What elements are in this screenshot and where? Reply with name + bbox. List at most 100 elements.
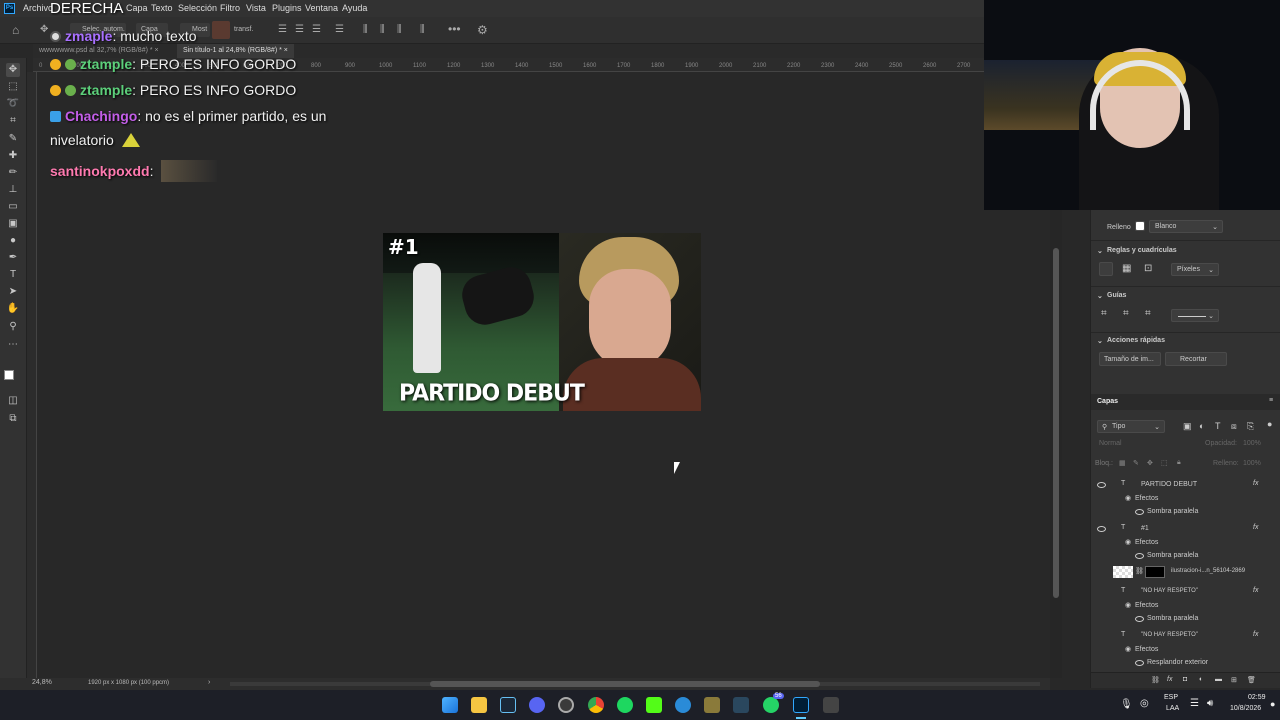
menu-plugins[interactable]: Plugins bbox=[272, 3, 302, 13]
lock-position-icon[interactable]: ✥ bbox=[1147, 459, 1153, 467]
layer-row[interactable]: T "NO HAY RESPETO" fx bbox=[1091, 629, 1271, 642]
lock-artboard-icon[interactable]: ⬚ bbox=[1161, 459, 1168, 467]
fx-icon[interactable]: fx bbox=[1253, 631, 1258, 638]
language-layout[interactable]: LAA bbox=[1166, 705, 1179, 712]
menu-vista[interactable]: Vista bbox=[246, 3, 266, 13]
adjustment-icon[interactable]: ◐ bbox=[1199, 676, 1203, 683]
kick-icon[interactable] bbox=[646, 697, 662, 713]
fx-icon[interactable]: fx bbox=[1253, 480, 1258, 487]
move-tool-icon[interactable]: ✥ bbox=[40, 24, 48, 35]
align-top-icon[interactable]: ⫼ bbox=[363, 24, 368, 35]
filter-smart-icon[interactable]: ⎘ bbox=[1247, 421, 1254, 432]
pixel-grid-icon[interactable]: ⊡ bbox=[1144, 263, 1152, 274]
align-middle-icon[interactable]: ⫼ bbox=[380, 24, 385, 35]
new-layer-icon[interactable]: ⊞ bbox=[1231, 676, 1237, 684]
layer-effects-row[interactable]: ◉ Efectos bbox=[1091, 492, 1271, 505]
filter-shape-icon[interactable]: ⧈ bbox=[1231, 421, 1237, 432]
document-canvas[interactable]: #1 PARTIDO DEBUT bbox=[383, 233, 701, 411]
layer-effect-row[interactable]: Sombra paralela bbox=[1091, 549, 1271, 562]
notification-bell-icon[interactable]: ● bbox=[1270, 699, 1275, 709]
lock-all-icon[interactable]: 🔒︎ bbox=[1177, 459, 1181, 467]
marquee-tool-icon[interactable]: ⬚ bbox=[6, 80, 20, 94]
foreground-color-swatch[interactable] bbox=[4, 370, 14, 380]
layer-row[interactable]: T PARTIDO DEBUT fx bbox=[1091, 478, 1271, 491]
crop-tool-icon[interactable]: ⌗ bbox=[6, 114, 20, 128]
layer-effects-row[interactable]: ◉ Efectos bbox=[1091, 599, 1271, 612]
ruler-icon[interactable] bbox=[1099, 262, 1113, 276]
menu-archivo[interactable]: Archivo bbox=[23, 3, 53, 13]
clock-date[interactable]: 10/8/2026 bbox=[1230, 705, 1261, 712]
hand-tool-icon[interactable]: ✋ bbox=[6, 302, 20, 316]
streamlabs-icon[interactable] bbox=[823, 697, 839, 713]
menu-ventana[interactable]: Ventana bbox=[305, 3, 338, 13]
clock-time[interactable]: 02:59 bbox=[1248, 694, 1266, 701]
menu-texto[interactable]: Texto bbox=[151, 3, 173, 13]
guide-add-icon[interactable]: ⌗ bbox=[1123, 308, 1129, 319]
image-size-button[interactable]: Tamaño de im... bbox=[1099, 352, 1161, 366]
new-group-icon[interactable]: ▬ bbox=[1215, 676, 1222, 683]
layers-tab[interactable]: Capas bbox=[1097, 398, 1118, 405]
filter-type-icon[interactable]: T bbox=[1215, 421, 1221, 431]
fill-opacity-value[interactable]: 100% bbox=[1243, 460, 1261, 467]
zoom-level[interactable]: 24,8% bbox=[32, 679, 52, 686]
align-bottom-icon[interactable]: ⫼ bbox=[397, 24, 402, 35]
eraser-tool-icon[interactable]: ▭ bbox=[6, 200, 20, 214]
ccleaner-icon[interactable] bbox=[675, 697, 691, 713]
add-style-icon[interactable]: fx bbox=[1167, 676, 1172, 683]
app-icon[interactable] bbox=[704, 697, 720, 713]
eye-icon[interactable] bbox=[1135, 616, 1144, 622]
layer-effect-row[interactable]: Resplandor exterior bbox=[1091, 656, 1271, 669]
pen-tool-icon[interactable]: ✒ bbox=[6, 251, 20, 265]
guides-section-title[interactable]: Guías bbox=[1107, 292, 1126, 299]
eye-icon[interactable] bbox=[1097, 482, 1106, 488]
brush-tool-icon[interactable]: ✏ bbox=[6, 166, 20, 180]
filter-adjustment-icon[interactable]: ◐ bbox=[1199, 421, 1204, 431]
screen-mode-icon[interactable]: ⧉ bbox=[6, 412, 20, 426]
discord-icon[interactable] bbox=[529, 697, 545, 713]
scrollbar-thumb[interactable] bbox=[1053, 248, 1059, 598]
gear-icon[interactable]: ⚙ bbox=[477, 23, 488, 37]
gradient-tool-icon[interactable]: ▣ bbox=[6, 217, 20, 231]
ruler-vertical[interactable] bbox=[27, 72, 37, 678]
layer-mask-thumbnail[interactable] bbox=[1145, 566, 1165, 578]
layer-row[interactable]: ⛓︎ ilustracion-i...n_56104-2869 bbox=[1091, 565, 1271, 579]
panel-menu-icon[interactable]: ≡ bbox=[1269, 397, 1273, 404]
layer-effect-row[interactable]: Sombra paralela bbox=[1091, 505, 1271, 518]
steam-icon[interactable] bbox=[500, 697, 516, 713]
microphone-icon[interactable]: 🎙︎ bbox=[1120, 699, 1133, 710]
align-right-icon[interactable]: ☰ bbox=[312, 24, 321, 35]
lasso-tool-icon[interactable]: ➰ bbox=[6, 97, 20, 111]
guide-layout-icon[interactable]: ⌗ bbox=[1145, 308, 1151, 319]
file-explorer-icon[interactable] bbox=[471, 697, 487, 713]
filter-toggle-icon[interactable]: ● bbox=[1267, 419, 1272, 429]
eyedropper-tool-icon[interactable]: ✎ bbox=[6, 132, 20, 146]
layer-effects-row[interactable]: ◉ Efectos bbox=[1091, 536, 1271, 549]
crop-button[interactable]: Recortar bbox=[1165, 352, 1227, 366]
layer-effect-row[interactable]: Sombra paralela bbox=[1091, 612, 1271, 625]
align-center-icon[interactable]: ☰ bbox=[295, 24, 304, 35]
language-indicator[interactable]: ESP bbox=[1164, 694, 1178, 701]
trash-icon[interactable]: 🗑︎ bbox=[1247, 676, 1256, 684]
lock-pixels-icon[interactable]: ✎ bbox=[1133, 459, 1139, 467]
layer-effects-row[interactable]: ◉ Efectos bbox=[1091, 643, 1271, 656]
eye-icon[interactable] bbox=[1097, 526, 1106, 532]
healing-brush-icon[interactable]: ✚ bbox=[6, 149, 20, 163]
fill-dropdown[interactable]: Blanco ⌄ bbox=[1149, 220, 1223, 233]
grid-icon[interactable]: ▦ bbox=[1122, 263, 1131, 274]
eye-icon[interactable] bbox=[1135, 553, 1144, 559]
opacity-value[interactable]: 100% bbox=[1243, 440, 1261, 447]
photoshop-logo[interactable]: Ps bbox=[4, 3, 15, 14]
lock-transparent-icon[interactable]: ▦ bbox=[1119, 459, 1126, 467]
link-layers-icon[interactable]: ⛓︎ bbox=[1151, 676, 1160, 684]
zoom-tool-icon[interactable]: ⚲ bbox=[6, 320, 20, 334]
fx-icon[interactable]: fx bbox=[1253, 524, 1258, 531]
distribute-icon[interactable]: ☰ bbox=[335, 24, 344, 35]
network-icon[interactable]: ◎ bbox=[1140, 698, 1149, 709]
add-mask-icon[interactable]: ◘ bbox=[1183, 676, 1187, 683]
type-tool-icon[interactable]: T bbox=[6, 268, 20, 282]
filter-pixel-icon[interactable]: ▣ bbox=[1183, 421, 1192, 432]
stamp-tool-icon[interactable]: ⊥ bbox=[6, 183, 20, 197]
fill-color-swatch[interactable] bbox=[1135, 221, 1145, 231]
chevron-down-icon[interactable]: ⌄ bbox=[1097, 292, 1103, 300]
layer-row[interactable]: T "NO HAY RESPETO" fx bbox=[1091, 585, 1271, 598]
